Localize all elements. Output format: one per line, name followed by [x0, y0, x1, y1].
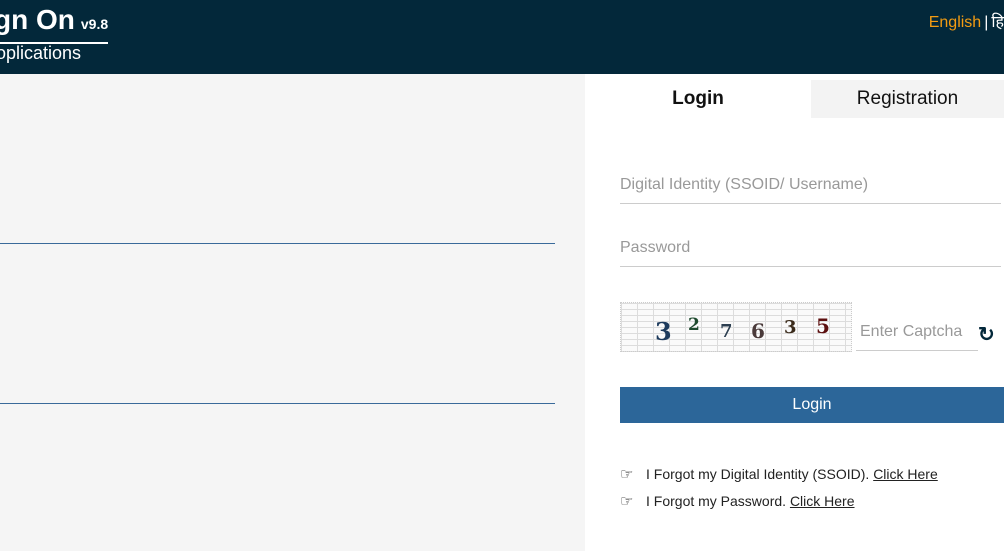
hand-pointer-icon: ☞: [620, 466, 634, 483]
hand-pointer-icon: ☞: [620, 493, 634, 510]
login-button[interactable]: Login: [620, 387, 1004, 423]
captcha-digit: 5: [816, 314, 830, 338]
captcha-digit: 3: [784, 317, 797, 338]
password-input[interactable]: [620, 230, 1001, 267]
forgot-ssoid-row: ☞ I Forgot my Digital Identity (SSOID). C…: [620, 465, 938, 483]
forgot-password-row: ☞ I Forgot my Password. Click Here: [620, 492, 855, 510]
forgot-ssoid-link[interactable]: Click Here: [873, 466, 938, 482]
language-switcher: English | हि: [929, 10, 1004, 32]
captcha-digit: 3: [655, 317, 672, 346]
lang-hindi[interactable]: हि: [991, 14, 1004, 31]
forgot-ssoid-text: I Forgot my Digital Identity (SSOID).: [646, 466, 870, 482]
version-label: v9.8: [80, 16, 109, 32]
captcha-input[interactable]: [856, 314, 978, 351]
tab-registration[interactable]: Registration: [811, 80, 1004, 118]
captcha-image: 3 2 7 6 3 5: [620, 302, 852, 352]
app-subtitle: oplications: [0, 43, 82, 63]
app-title-text: gn On: [0, 4, 75, 35]
login-panel: Login Registration 3 2 7 6 3 5 ↻ Login ☞…: [585, 74, 1004, 551]
username-input[interactable]: [620, 167, 1001, 204]
info-panel: [0, 74, 585, 551]
captcha-digit: 2: [688, 315, 700, 335]
tab-login[interactable]: Login: [585, 80, 811, 118]
captcha-digit: 6: [751, 319, 765, 343]
captcha-digit: 7: [720, 321, 733, 342]
refresh-captcha-icon[interactable]: ↻: [978, 322, 995, 347]
divider: [0, 243, 555, 244]
app-title: gn On v9.8: [0, 2, 109, 44]
forgot-password-link[interactable]: Click Here: [790, 493, 855, 509]
header: gn On v9.8 oplications English | हि: [0, 0, 1004, 74]
divider: [0, 403, 555, 404]
forgot-password-text: I Forgot my Password.: [646, 493, 787, 509]
lang-english[interactable]: English: [929, 14, 981, 31]
lang-separator: |: [984, 14, 989, 31]
